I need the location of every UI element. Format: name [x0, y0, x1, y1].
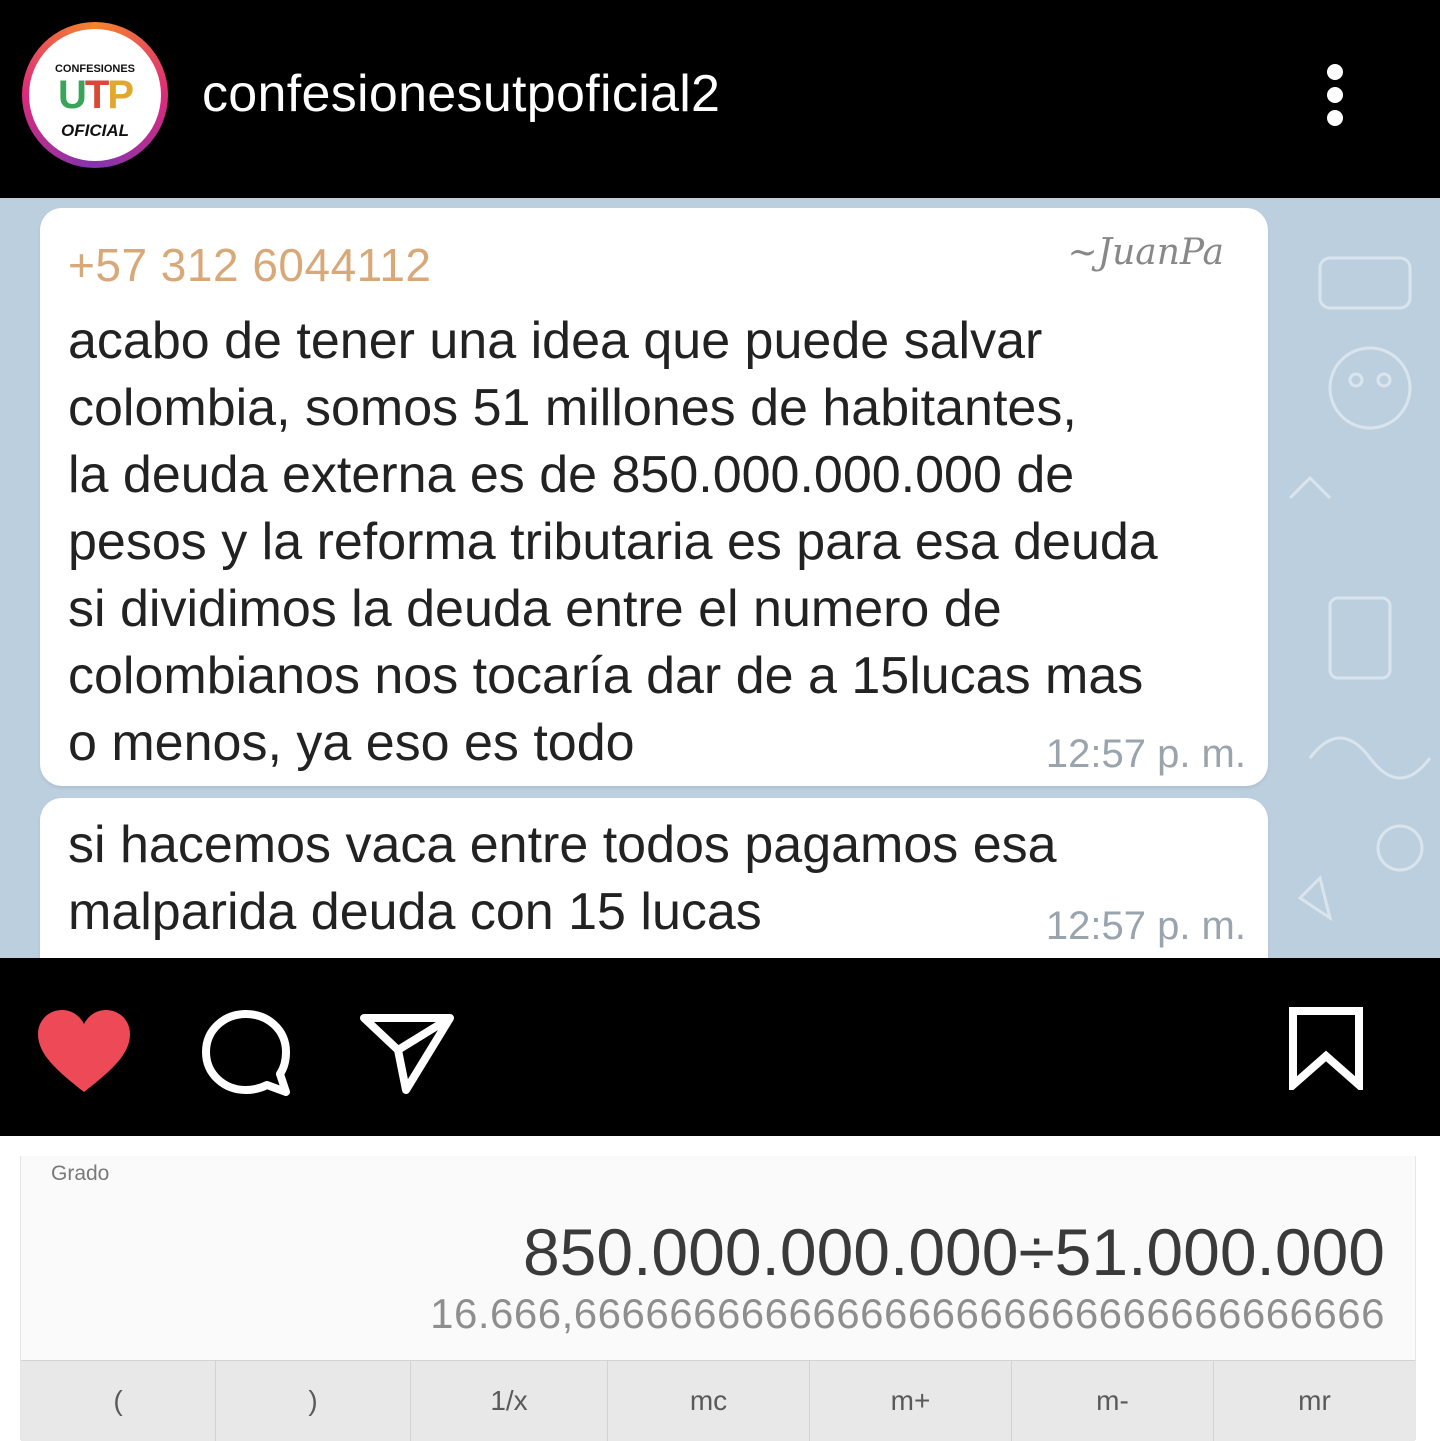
post-header: CONFESIONES UTP OFICIAL confesionesutpof…: [0, 0, 1440, 198]
profile-avatar[interactable]: CONFESIONES UTP OFICIAL: [22, 22, 168, 168]
message-text: acabo de tener una idea que puede salvar…: [68, 312, 1158, 772]
more-options-icon[interactable]: [1318, 60, 1352, 130]
watermark-signature: ~JuanPa: [1067, 232, 1225, 273]
chat-message: si hacemos vaca entre todos pagamos esa …: [40, 798, 1268, 958]
calculator-panel: Grado 850.000.000.000÷51.000.000 16.666,…: [20, 1156, 1416, 1441]
message-time: 12:57 p. m.: [1045, 732, 1246, 776]
reciprocal-key[interactable]: 1/x: [411, 1361, 608, 1441]
heart-icon[interactable]: [36, 1008, 132, 1094]
memory-recall-key[interactable]: mr: [1214, 1361, 1415, 1441]
bookmark-icon[interactable]: [1288, 1006, 1364, 1090]
chat-message: +57 312 6044112 ~JuanPa acabo de tener u…: [40, 208, 1268, 786]
logo-bottom-text: OFICIAL: [61, 121, 129, 140]
memory-subtract-key[interactable]: m-: [1012, 1361, 1214, 1441]
close-paren-key[interactable]: ): [216, 1361, 411, 1441]
avatar-logo: CONFESIONES UTP OFICIAL: [29, 29, 161, 161]
calculator-keypad-row: ( ) 1/x mc m+ m- mr: [21, 1360, 1415, 1441]
username[interactable]: confesionesutpoficial2: [202, 64, 720, 124]
comment-icon[interactable]: [200, 1008, 292, 1098]
memory-clear-key[interactable]: mc: [608, 1361, 810, 1441]
sender-phone: +57 312 6044112: [68, 239, 432, 291]
memory-add-key[interactable]: m+: [810, 1361, 1012, 1441]
post-image: +57 312 6044112 ~JuanPa acabo de tener u…: [0, 198, 1440, 958]
open-paren-key[interactable]: (: [21, 1361, 216, 1441]
logo-letters: UTP: [57, 73, 134, 117]
share-icon[interactable]: [360, 1012, 454, 1094]
chat-background-pattern: [1288, 256, 1432, 922]
message-text: si hacemos vaca entre todos pagamos esa …: [68, 816, 1057, 941]
angle-mode-label[interactable]: Grado: [51, 1162, 109, 1186]
calculator-result: 16.666,666666666666666666666666666666666…: [430, 1290, 1385, 1337]
message-time: 12:57 p. m.: [1045, 904, 1246, 948]
calculator-expression[interactable]: 850.000.000.000÷51.000.000: [523, 1214, 1385, 1290]
